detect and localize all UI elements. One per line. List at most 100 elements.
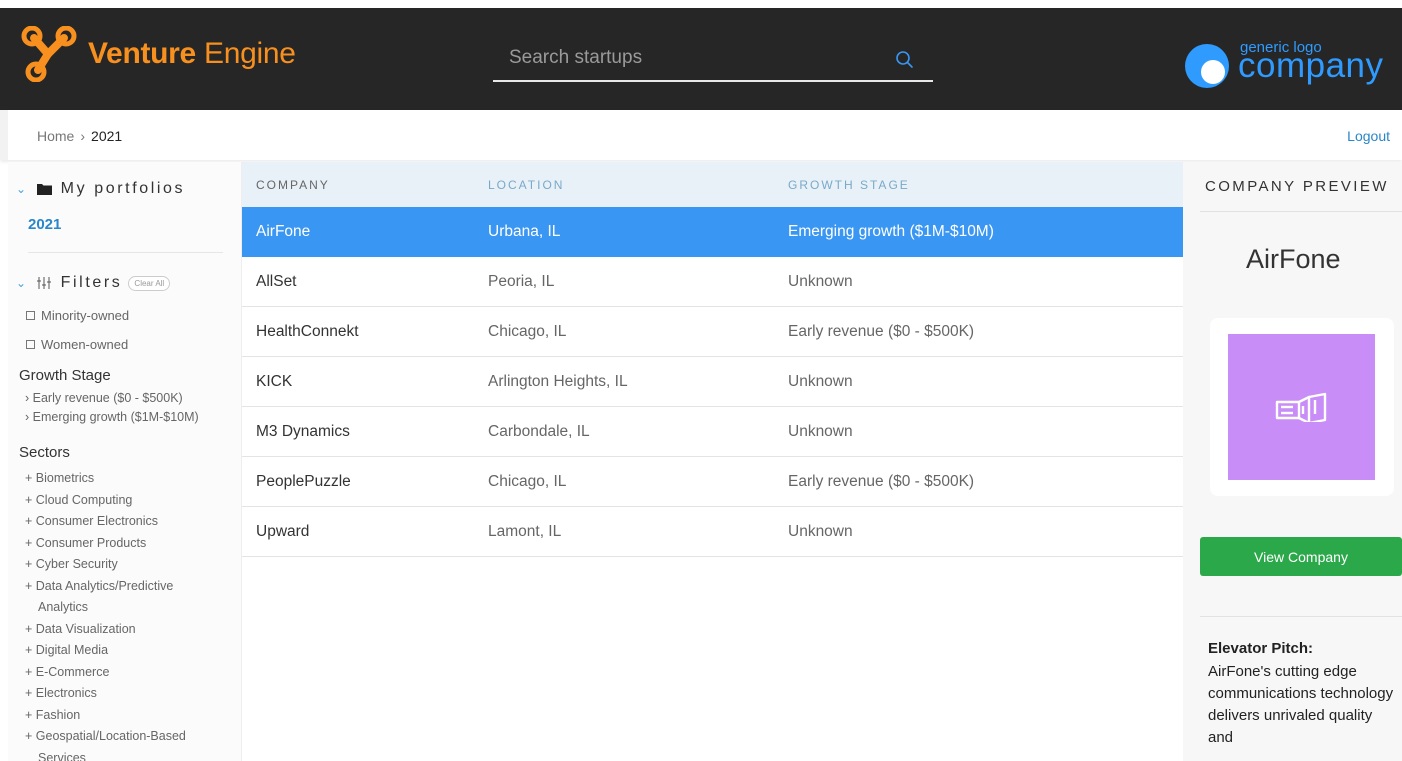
table-row[interactable]: HealthConnekt Chicago, IL Early revenue … <box>242 307 1183 357</box>
cell-company: KICK <box>256 373 293 390</box>
breadcrumb-home[interactable]: Home <box>37 128 74 144</box>
cell-growth-stage: Unknown <box>788 523 853 540</box>
preview-title: COMPANY PREVIEW <box>1205 178 1389 195</box>
preview-company-name: AirFone <box>1246 244 1341 274</box>
portfolio-item-2021[interactable]: 2021 <box>28 216 61 233</box>
cell-growth-stage: Unknown <box>788 423 853 440</box>
sector-item[interactable]: + Cloud Computing <box>25 490 235 512</box>
brand-orb-icon <box>1185 44 1229 88</box>
sector-item[interactable]: + Digital Media <box>25 640 235 662</box>
sector-item[interactable]: + Geospatial/Location-Based Services <box>25 726 235 761</box>
sector-item[interactable]: + Electronics <box>25 683 235 705</box>
sector-item-line: Analytics <box>38 600 89 614</box>
cell-location: Carbondale, IL <box>488 423 590 440</box>
sector-item[interactable]: + E-Commerce <box>25 662 235 684</box>
startups-table: COMPANY LOCATION GROWTH STAGE AirFone Ur… <box>242 162 1183 557</box>
cell-company: AllSet <box>256 273 297 290</box>
cell-growth-stage: Early revenue ($0 - $500K) <box>788 323 975 340</box>
table-row[interactable]: AllSet Peoria, IL Unknown <box>242 257 1183 307</box>
sector-item[interactable]: + Consumer Electronics <box>25 511 235 533</box>
sector-item[interactable]: + Cyber Security <box>25 554 235 576</box>
checkbox-label: Women-owned <box>41 337 129 352</box>
cell-growth-stage: Unknown <box>788 373 853 390</box>
portfolios-toggle[interactable]: ⌄ My portfolios <box>16 180 185 198</box>
app-logo[interactable]: Venture Engine <box>20 26 296 82</box>
cell-company: M3 Dynamics <box>256 423 350 440</box>
filters-label: Filters <box>60 274 123 291</box>
filters-toggle[interactable]: ⌄ Filters Clear All <box>16 274 171 292</box>
divider <box>28 252 223 253</box>
checkbox-icon <box>26 340 35 349</box>
cell-growth-stage: Early revenue ($0 - $500K) <box>788 473 975 490</box>
company-logo-card <box>1210 318 1394 496</box>
top-bar: Venture Engine generic logo company <box>0 0 1402 110</box>
cell-location: Peoria, IL <box>488 273 555 290</box>
table-row[interactable]: KICK Arlington Heights, IL Unknown <box>242 357 1183 407</box>
sidebar: ⌄ My portfolios 2021 ⌄ Filters Clear All… <box>8 162 242 761</box>
company-preview-panel: COMPANY PREVIEW AirFone View Company Ele… <box>1183 162 1402 761</box>
cell-growth-stage: Unknown <box>788 273 853 290</box>
column-header-location[interactable]: LOCATION <box>488 178 564 192</box>
checkbox-icon <box>26 311 35 320</box>
filter-checkbox-women-owned[interactable]: Women-owned <box>26 337 128 352</box>
growth-stage-title: Growth Stage <box>19 367 111 384</box>
column-header-growth-stage[interactable]: GROWTH STAGE <box>788 178 910 192</box>
brand-big-text: company <box>1238 46 1384 85</box>
cell-company: HealthConnekt <box>256 323 359 340</box>
company-brand-logo: generic logo company <box>1183 34 1393 94</box>
clear-all-button[interactable]: Clear All <box>128 275 171 291</box>
portfolios-label: My portfolios <box>60 180 186 197</box>
sector-item[interactable]: + Fashion <box>25 705 235 727</box>
sectors-list: + Biometrics + Cloud Computing + Consume… <box>25 468 235 761</box>
growth-stage-item[interactable]: › Emerging growth ($1M-$10M) <box>25 408 199 426</box>
checkbox-label: Minority-owned <box>41 308 130 323</box>
elevator-pitch-text: AirFone's cutting edge communications te… <box>1208 663 1394 746</box>
breadcrumb: Home › 2021 <box>37 128 122 144</box>
venture-engine-logo-icon <box>21 26 77 82</box>
chevron-down-icon: ⌄ <box>16 276 29 290</box>
elevator-pitch-heading: Elevator Pitch: <box>1208 640 1314 657</box>
column-header-company[interactable]: COMPANY <box>256 178 330 192</box>
cell-location: Chicago, IL <box>488 323 567 340</box>
chevron-down-icon: ⌄ <box>16 182 29 196</box>
sector-item-line: + Data Analytics/Predictive <box>25 578 174 593</box>
app-name-bold: Venture <box>88 37 196 70</box>
table-header: COMPANY LOCATION GROWTH STAGE <box>242 162 1183 207</box>
company-logo <box>1228 334 1375 480</box>
folder-icon <box>36 184 52 195</box>
sector-item[interactable]: + Consumer Products <box>25 533 235 555</box>
sectors-title: Sectors <box>19 444 70 461</box>
divider <box>1200 616 1402 617</box>
sliders-icon <box>36 277 51 289</box>
table-row[interactable]: PeoplePuzzle Chicago, IL Early revenue (… <box>242 457 1183 507</box>
cell-company: AirFone <box>256 223 311 240</box>
cell-company: PeoplePuzzle <box>256 473 351 490</box>
growth-stage-item[interactable]: › Early revenue ($0 - $500K) <box>25 389 183 407</box>
cell-company: Upward <box>256 523 310 540</box>
breadcrumb-separator: › <box>80 128 86 144</box>
sector-item[interactable]: + Data Visualization <box>25 619 235 641</box>
sector-item[interactable]: + Biometrics <box>25 468 235 490</box>
filter-checkbox-minority-owned[interactable]: Minority-owned <box>26 308 129 323</box>
cell-growth-stage: Emerging growth ($1M-$10M) <box>788 223 994 240</box>
app-name: Venture Engine <box>88 34 296 74</box>
cell-location: Chicago, IL <box>488 473 567 490</box>
sector-item-line: + Geospatial/Location-Based <box>25 729 186 743</box>
sector-item-line: Services <box>38 750 86 761</box>
table-row[interactable]: Upward Lamont, IL Unknown <box>242 507 1183 557</box>
cell-location: Lamont, IL <box>488 523 562 540</box>
table-row-selected[interactable]: AirFone Urbana, IL Emerging growth ($1M-… <box>242 207 1183 257</box>
breadcrumb-current: 2021 <box>91 128 123 144</box>
search-icon[interactable] <box>895 50 915 75</box>
search-bar <box>493 38 933 82</box>
app-name-light: Engine <box>204 37 296 70</box>
logout-link[interactable]: Logout <box>1347 128 1390 144</box>
breadcrumb-bar: Home › 2021 Logout <box>0 110 1402 160</box>
table-row[interactable]: M3 Dynamics Carbondale, IL Unknown <box>242 407 1183 457</box>
cell-location: Arlington Heights, IL <box>488 373 628 390</box>
megaphone-icon <box>1275 392 1326 422</box>
sector-item[interactable]: + Data Analytics/Predictive Analytics <box>25 576 235 619</box>
cell-location: Urbana, IL <box>488 223 561 240</box>
view-company-button[interactable]: View Company <box>1200 537 1402 576</box>
search-input[interactable] <box>509 42 879 74</box>
